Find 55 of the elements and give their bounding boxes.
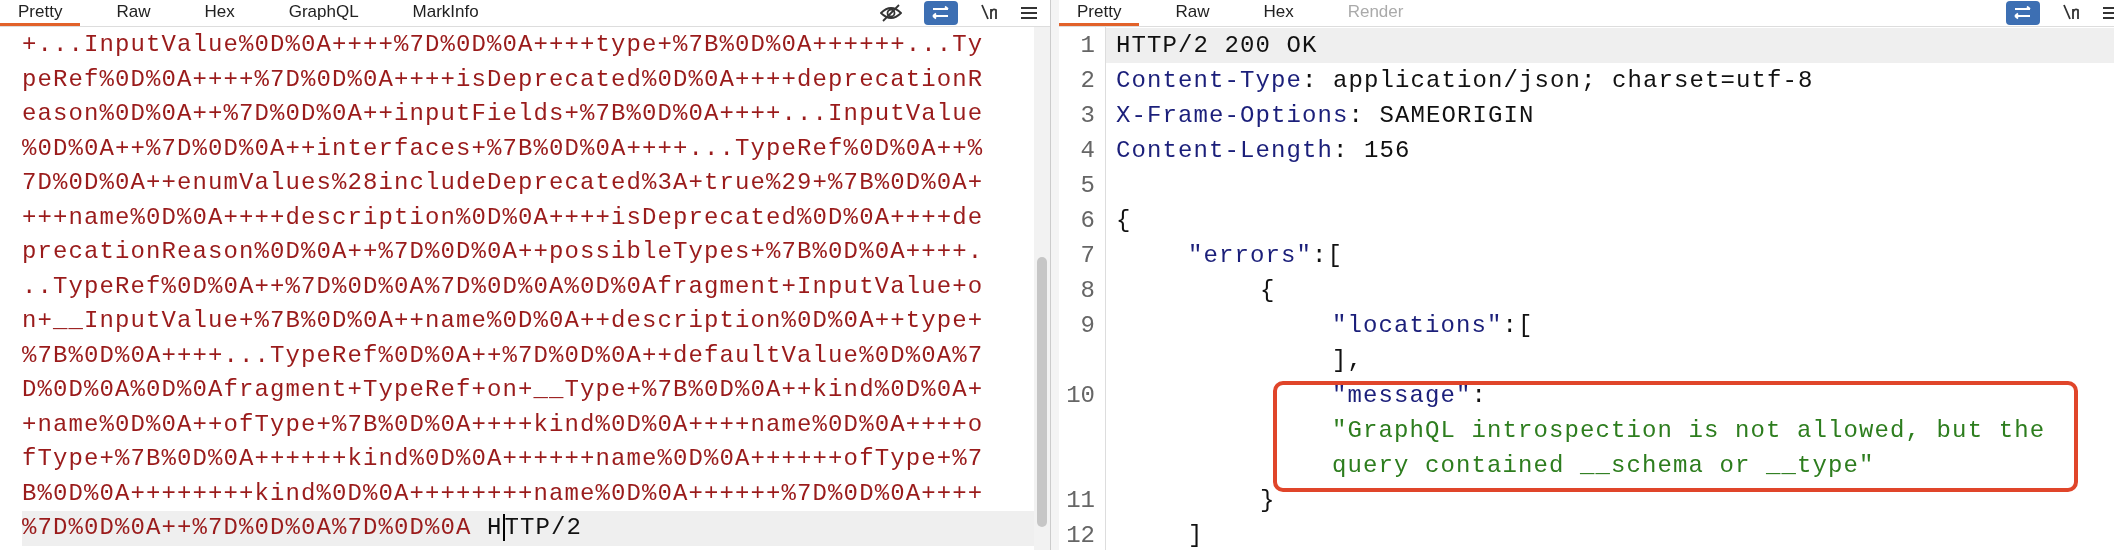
code-line: B%0D%0A++++++++kind%0D%0A++++++++name%0D%0A++++++%7D%0D%0A++++ bbox=[22, 478, 985, 509]
line-number: 11 bbox=[1066, 487, 1095, 514]
tab[interactable]: MarkInfo bbox=[394, 2, 497, 26]
line-number: 8 bbox=[1080, 277, 1095, 304]
code-line: "errors":[ bbox=[1188, 242, 1344, 269]
tab[interactable]: Hex bbox=[1245, 2, 1312, 26]
code-line: 7D%0D%0A++enumValues%28includeDeprecated%3A+true%29+%7B%0D%0A+ bbox=[22, 168, 985, 198]
code-line: +name%0D%0A++ofType+%7B%0D%0A++++kind%0D%0A++++name%0D%0A++++o bbox=[22, 409, 985, 440]
code-line: Content-Type: application/json; charset=utf-8 bbox=[1116, 67, 1814, 94]
code-line: ] bbox=[1188, 522, 1204, 549]
line-number: 2 bbox=[1080, 67, 1095, 94]
line-number: 7 bbox=[1080, 242, 1095, 269]
code-line: ], bbox=[1332, 347, 1364, 374]
code-line: "locations":[ bbox=[1332, 312, 1534, 339]
code-line: { bbox=[1260, 277, 1276, 304]
tab[interactable]: Raw bbox=[98, 2, 169, 26]
code-line: %7B%0D%0A++++...TypeRef%0D%0A++%7D%0D%0A++defaultValue%0D%0A%7 bbox=[22, 340, 985, 371]
line-number: 4 bbox=[1080, 137, 1095, 164]
scrollbar-thumb[interactable] bbox=[1037, 257, 1047, 527]
code-line: +++name%0D%0A++++description%0D%0A++++isDeprecated%0D%0A++++de bbox=[22, 202, 985, 233]
line-number: 1 bbox=[1080, 32, 1095, 59]
line-number: 10 bbox=[1066, 382, 1095, 409]
tab[interactable]: Hex bbox=[186, 2, 253, 26]
code-line: fType+%7B%0D%0A++++++kind%0D%0A++++++name%0D%0A++++++ofType+%7 bbox=[22, 444, 985, 474]
wrap-toggle[interactable] bbox=[2006, 1, 2040, 25]
tab[interactable]: Raw bbox=[1157, 2, 1228, 26]
code-line: Content-Length: 156 bbox=[1116, 137, 1411, 164]
line-number: 12 bbox=[1066, 522, 1095, 549]
code-line: +...InputValue%0D%0A++++%7D%0D%0A++++type+%7B%0D%0A++++++...Ty bbox=[22, 30, 985, 60]
code-line: query contained __schema or __type" bbox=[1332, 452, 1875, 479]
code-line: "message": bbox=[1332, 382, 1488, 409]
code-line: n+__InputValue+%7B%0D%0A++name%0D%0A++description%0D%0A++type+ bbox=[22, 306, 985, 336]
wrap-icon bbox=[2013, 6, 2033, 20]
menu-icon[interactable] bbox=[1020, 5, 1038, 21]
code-line: ..TypeRef%0D%0A++%7D%0D%0A%7D%0D%0A%0D%0Afragment+InputValue+o bbox=[22, 271, 985, 302]
code-line: peRef%0D%0A++++%7D%0D%0A++++isDeprecated%0D%0A++++deprecationR bbox=[22, 64, 985, 95]
code-line: HTTP/2 200 OK bbox=[1116, 32, 1318, 59]
eye-slash-icon[interactable] bbox=[880, 3, 902, 23]
menu-icon[interactable] bbox=[2102, 5, 2114, 21]
code-line: precationReason%0D%0A++%7D%0D%0A++possibleTypes+%7B%0D%0A++++. bbox=[22, 237, 985, 267]
line-number: 6 bbox=[1080, 207, 1095, 234]
code-line: eason%0D%0A++%7D%0D%0A++inputFields+%7B%0D%0A++++...InputValue bbox=[22, 99, 985, 129]
code-line: } bbox=[1260, 487, 1276, 514]
tab[interactable]: Pretty bbox=[0, 2, 81, 26]
line-number: 9 bbox=[1080, 312, 1095, 339]
code-line: X-Frame-Options: SAMEORIGIN bbox=[1116, 102, 1535, 129]
code-line: "GraphQL introspection is not allowed, but the bbox=[1332, 417, 2046, 444]
wrap-icon bbox=[931, 6, 951, 20]
wrap-toggle[interactable] bbox=[924, 1, 958, 25]
code-line: %0D%0A++%7D%0D%0A++interfaces+%7B%0D%0A++++...TypeRef%0D%0A++% bbox=[22, 133, 985, 164]
line-number: 3 bbox=[1080, 102, 1095, 129]
tab[interactable]: GraphQL bbox=[270, 2, 377, 26]
line-number: 5 bbox=[1080, 172, 1095, 199]
code-line: D%0D%0A%0D%0Afragment+TypeRef+on+__Type+%7B%0D%0A++kind%0D%0A+ bbox=[22, 375, 985, 405]
code-line: { bbox=[1116, 207, 1132, 234]
